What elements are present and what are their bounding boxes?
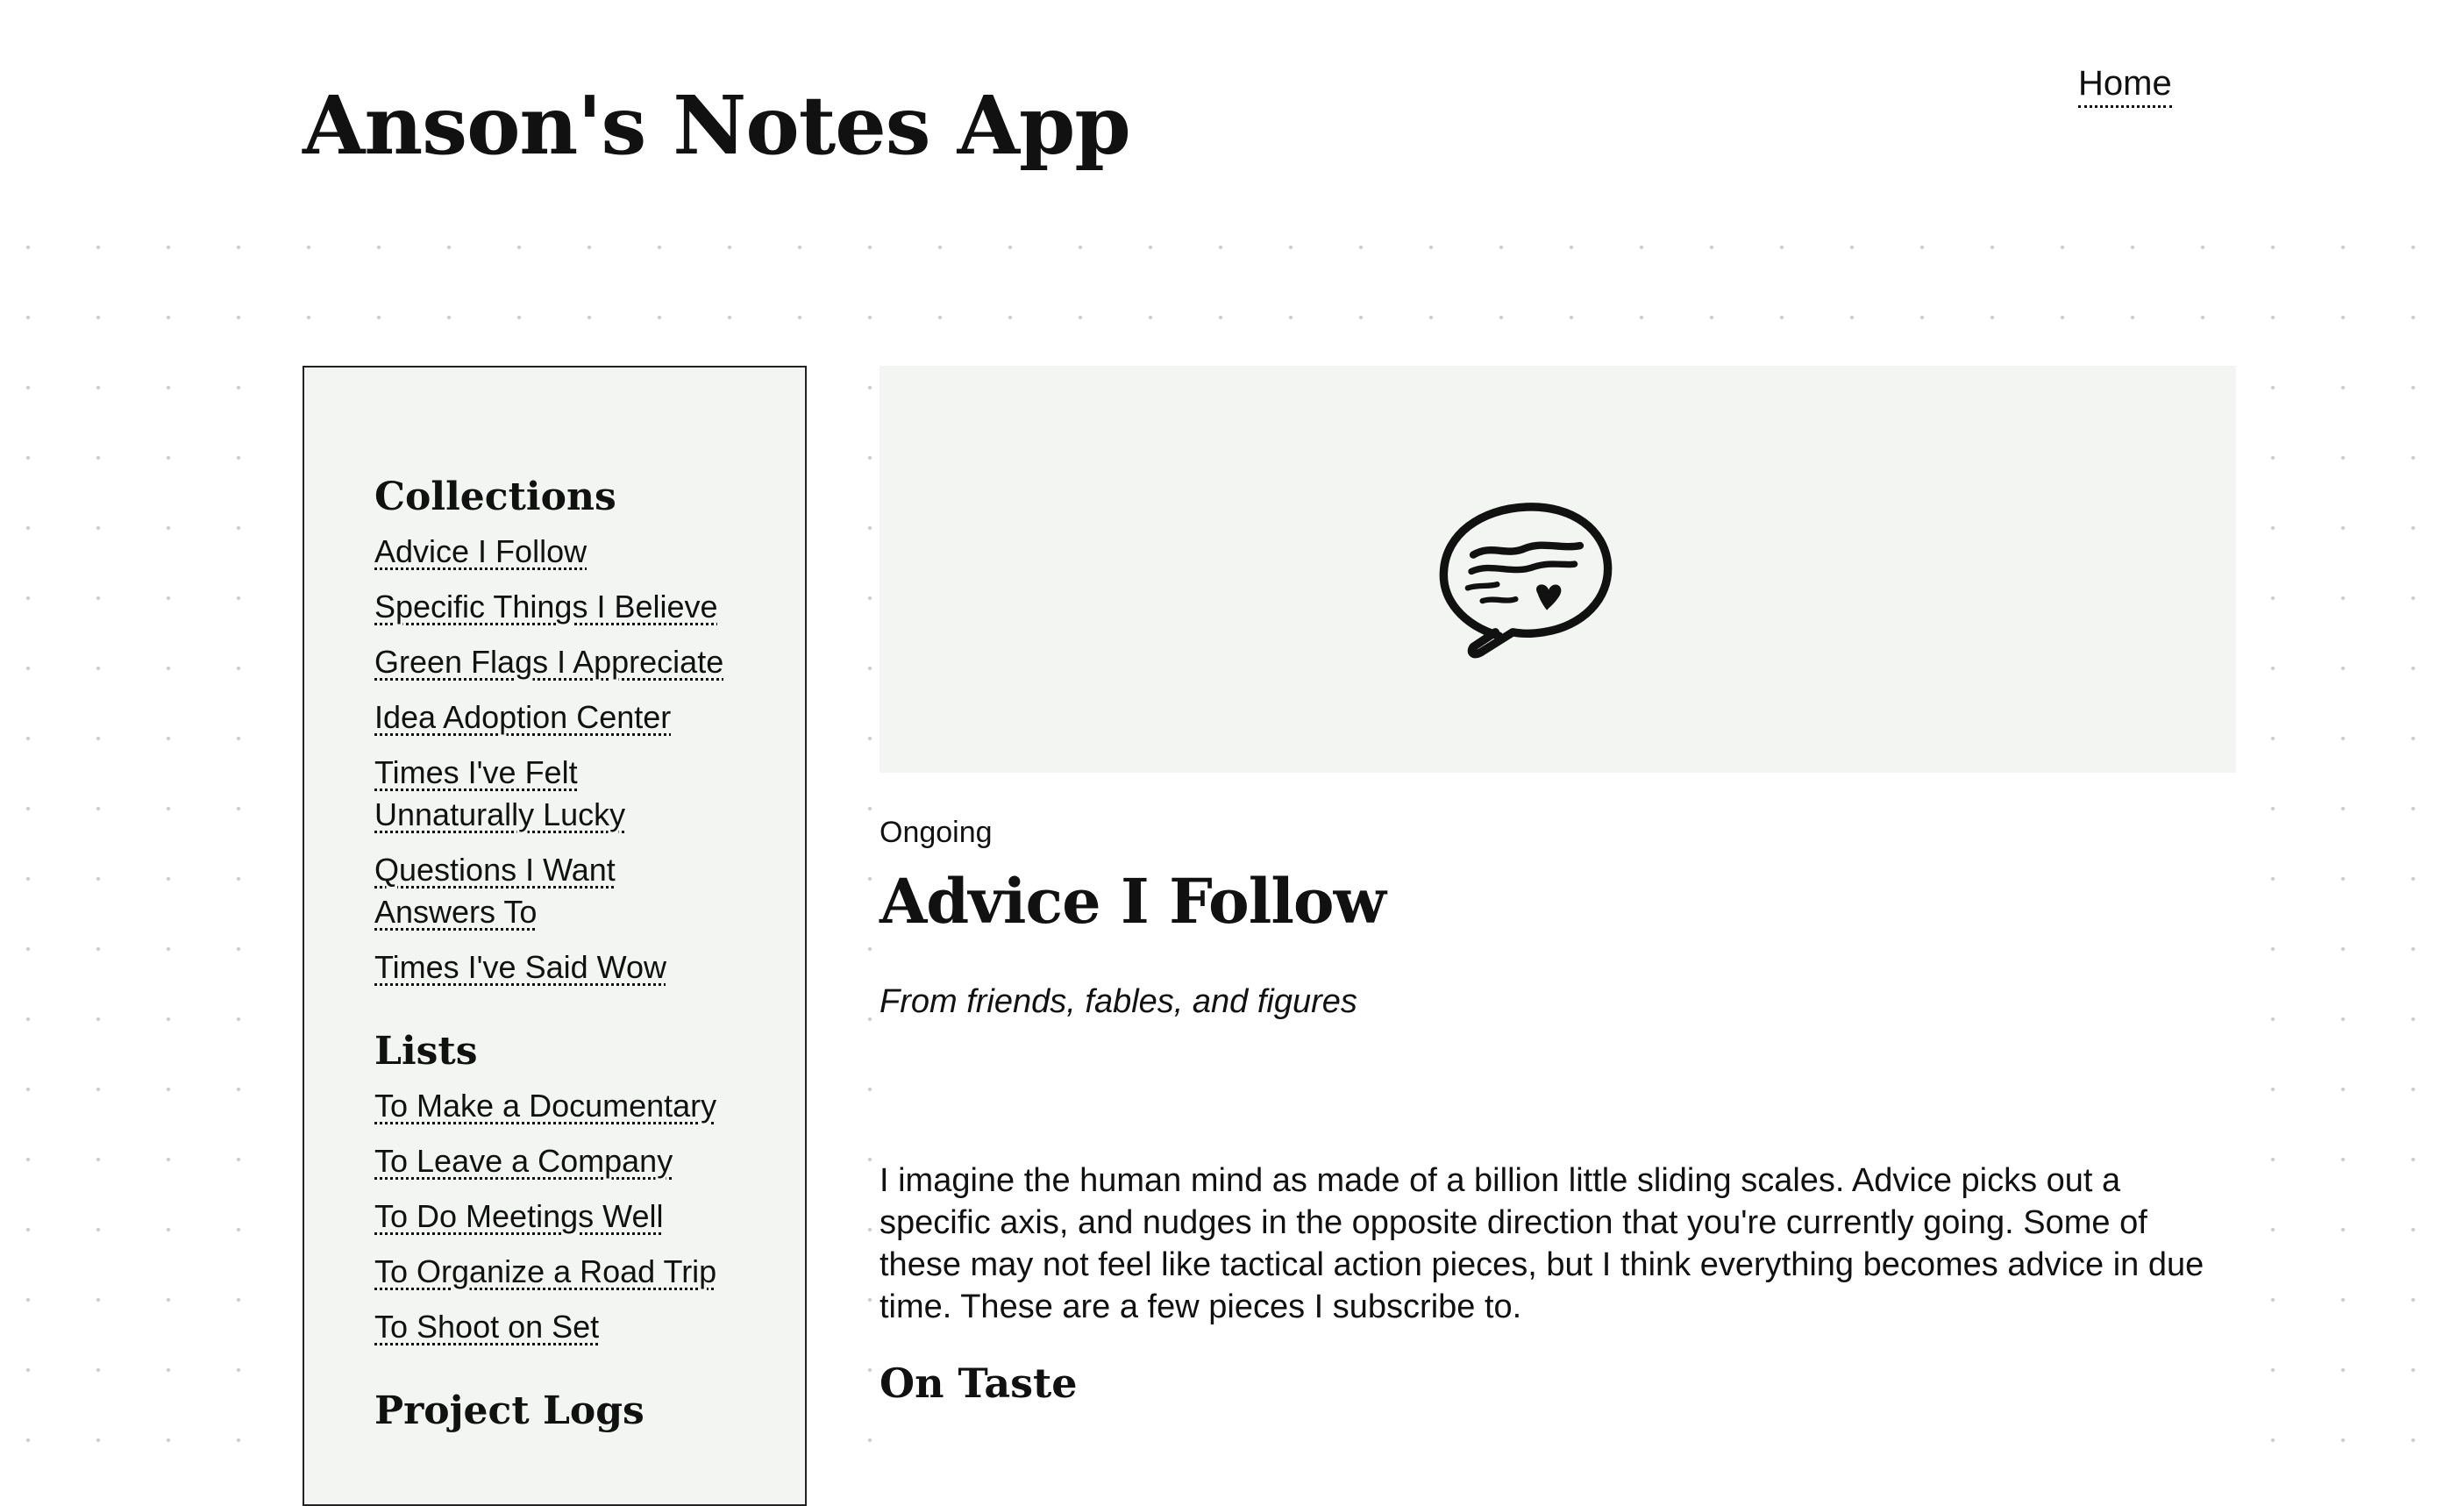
sidebar-link-idea-adoption-center[interactable]: Idea Adoption Center [374,699,671,735]
page-subtitle: From friends, fables, and figures [879,983,1357,1020]
sidebar-heading-lists: Lists [374,1029,478,1074]
intro-paragraph: I imagine the human mind as made of a bi… [879,1162,2204,1325]
sidebar-link-unnaturally-lucky[interactable]: Times I've Felt Unnaturally Lucky [374,754,625,832]
sidebar-section-lists: Lists To Make a Documentary To Leave a C… [374,1027,805,1348]
hero-banner [879,366,2236,773]
sidebar-item: To Leave a Company [374,1140,743,1182]
sidebar-link-advice-i-follow[interactable]: Advice I Follow [374,533,587,569]
sidebar-item: Times I've Felt Unnaturally Lucky [374,752,743,836]
sidebar-link-meetings-well[interactable]: To Do Meetings Well [374,1198,663,1234]
sidebar-link-road-trip[interactable]: To Organize a Road Trip [374,1253,716,1289]
page-title: Advice I Follow [879,865,1386,938]
sidebar-item: To Make a Documentary [374,1085,743,1127]
sidebar-section-collections: Collections Advice I Follow Specific Thi… [374,473,805,989]
sidebar-link-specific-things-i-believe[interactable]: Specific Things I Believe [374,589,718,625]
sidebar-item: To Do Meetings Well [374,1196,743,1238]
sidebar-item: Advice I Follow [374,531,743,573]
sidebar-list-collections: Advice I Follow Specific Things I Believ… [374,531,743,989]
sidebar: Collections Advice I Follow Specific Thi… [303,366,807,1506]
main-content: Ongoing Advice I Follow From friends, fa… [879,366,2236,1460]
sidebar-section-project-logs: Project Logs [374,1387,805,1436]
section-heading-on-taste: On Taste [879,1360,1078,1407]
sidebar-link-leave-company[interactable]: To Leave a Company [374,1143,673,1179]
app-title: Anson's Notes App [303,78,1131,173]
sidebar-heading-project-logs: Project Logs [374,1388,644,1433]
sidebar-item: Green Flags I Appreciate [374,641,743,683]
sidebar-heading-collections: Collections [374,475,616,519]
sidebar-link-make-documentary[interactable]: To Make a Documentary [374,1088,716,1124]
sidebar-list-lists: To Make a Documentary To Leave a Company… [374,1085,743,1348]
sidebar-link-questions[interactable]: Questions I Want Answers To [374,852,616,930]
sidebar-link-shoot-on-set[interactable]: To Shoot on Set [374,1309,599,1345]
nav-home-link[interactable]: Home [2078,61,2172,108]
sidebar-item: To Shoot on Set [374,1306,743,1348]
sidebar-item: Idea Adoption Center [374,696,743,739]
status-label: Ongoing [879,816,993,849]
sidebar-item: Times I've Said Wow [374,946,743,989]
speech-bubble-heart-icon [1439,503,1613,659]
sidebar-item: Specific Things I Believe [374,586,743,628]
sidebar-link-said-wow[interactable]: Times I've Said Wow [374,949,666,985]
sidebar-item: Questions I Want Answers To [374,849,743,933]
sidebar-link-green-flags[interactable]: Green Flags I Appreciate [374,644,723,680]
sidebar-item: To Organize a Road Trip [374,1251,743,1293]
